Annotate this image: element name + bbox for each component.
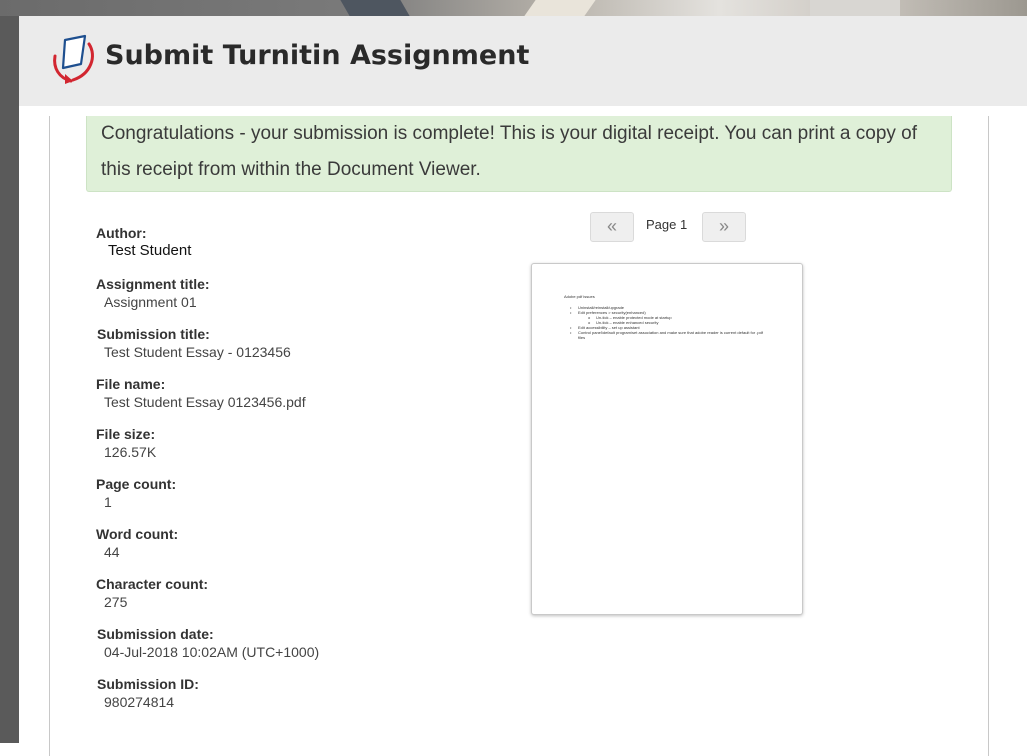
turnitin-logo-icon [53,34,94,84]
author-label: Author: [96,225,147,241]
word-count-label: Word count: [96,526,179,542]
previous-page-button[interactable]: « [590,212,634,242]
dialog-header: Submit Turnitin Assignment [19,16,1027,106]
submission-date-label: Submission date: [97,626,214,642]
file-size-field: File size: 126.57K [96,425,156,461]
author-value: Test Student [108,242,192,259]
author-field: Author: Test Student [96,224,191,260]
page-indicator: Page 1 [646,217,688,232]
page-count-field: Page count: 1 [96,475,176,511]
character-count-label: Character count: [96,576,209,592]
character-count-field: Character count: 275 [96,575,208,611]
document-preview[interactable]: Adobe pdf issues Uninstall/reinstall/upg… [531,263,803,615]
page-count-label: Page count: [96,476,177,492]
success-alert: Congratulations - your submission is com… [86,116,952,192]
page-title: Submit Turnitin Assignment [105,40,530,71]
word-count-field: Word count: 44 [96,525,178,561]
submission-title-label: Submission title: [97,326,210,342]
assignment-title-field: Assignment title: Assignment 01 [96,275,210,311]
submit-assignment-dialog: Submit Turnitin Assignment Congratulatio… [19,16,1027,756]
assignment-title-label: Assignment title: [96,276,210,292]
preview-heading: Adobe pdf issues [564,294,595,299]
next-page-button[interactable]: » [702,212,746,242]
page-count-value: 1 [104,494,112,510]
submission-title-field: Submission title: Test Student Essay - 0… [97,325,291,361]
submission-id-label: Submission ID: [97,676,199,692]
file-size-value: 126.57K [104,444,157,460]
character-count-value: 275 [104,594,128,610]
background-photo-strip [0,0,1027,16]
submission-title-value: Test Student Essay - 0123456 [104,344,291,360]
submission-id-field: Submission ID: 980274814 [97,675,199,711]
submission-date-value: 04-Jul-2018 10:02AM (UTC+1000) [104,644,320,660]
background-left [0,0,19,743]
receipt-panel: Congratulations - your submission is com… [49,116,989,756]
file-name-value: Test Student Essay 0123456.pdf [104,394,306,410]
word-count-value: 44 [104,544,120,560]
assignment-title-value: Assignment 01 [104,294,197,310]
file-name-label: File name: [96,376,166,392]
page-navigator: « Page 1 » [590,212,750,244]
submission-date-field: Submission date: 04-Jul-2018 10:02AM (UT… [97,625,319,661]
document-preview-content: Adobe pdf issues Uninstall/reinstall/upg… [564,294,768,340]
submission-id-value: 980274814 [104,694,175,710]
file-name-field: File name: Test Student Essay 0123456.pd… [96,375,306,411]
file-size-label: File size: [96,426,156,442]
preview-line: Control panel\default program\set associ… [564,330,768,340]
